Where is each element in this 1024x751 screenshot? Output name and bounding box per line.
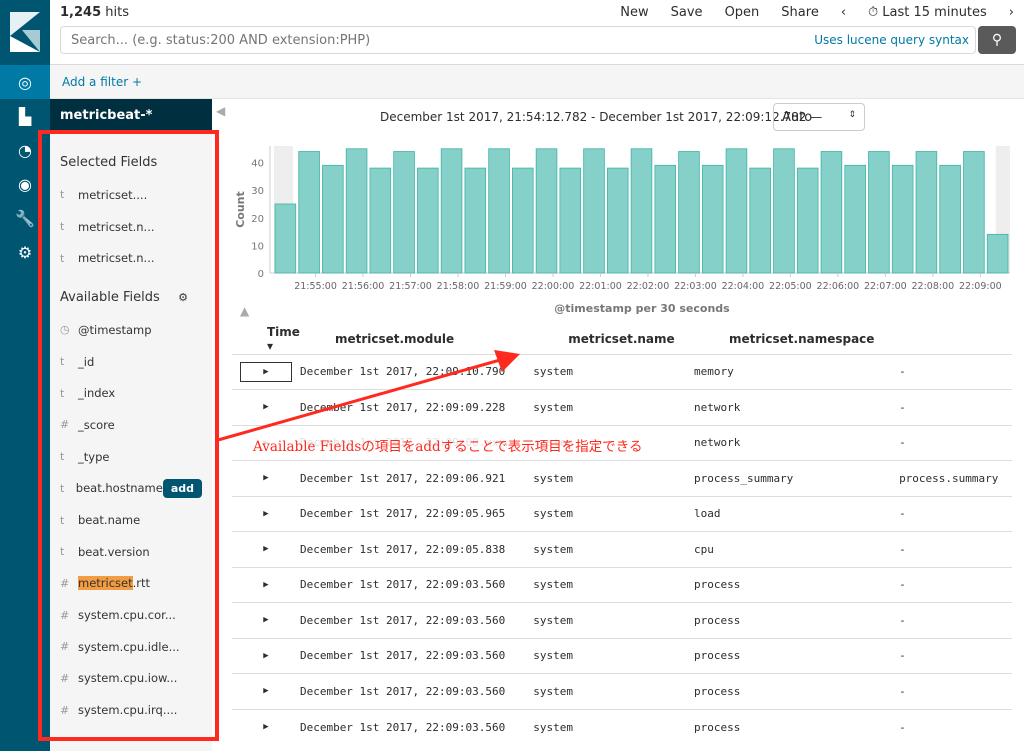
annotation-arrow: [217, 350, 520, 442]
annotation-text: Available Fieldsの項目をaddすることで表示項目を指定できる: [253, 435, 643, 455]
